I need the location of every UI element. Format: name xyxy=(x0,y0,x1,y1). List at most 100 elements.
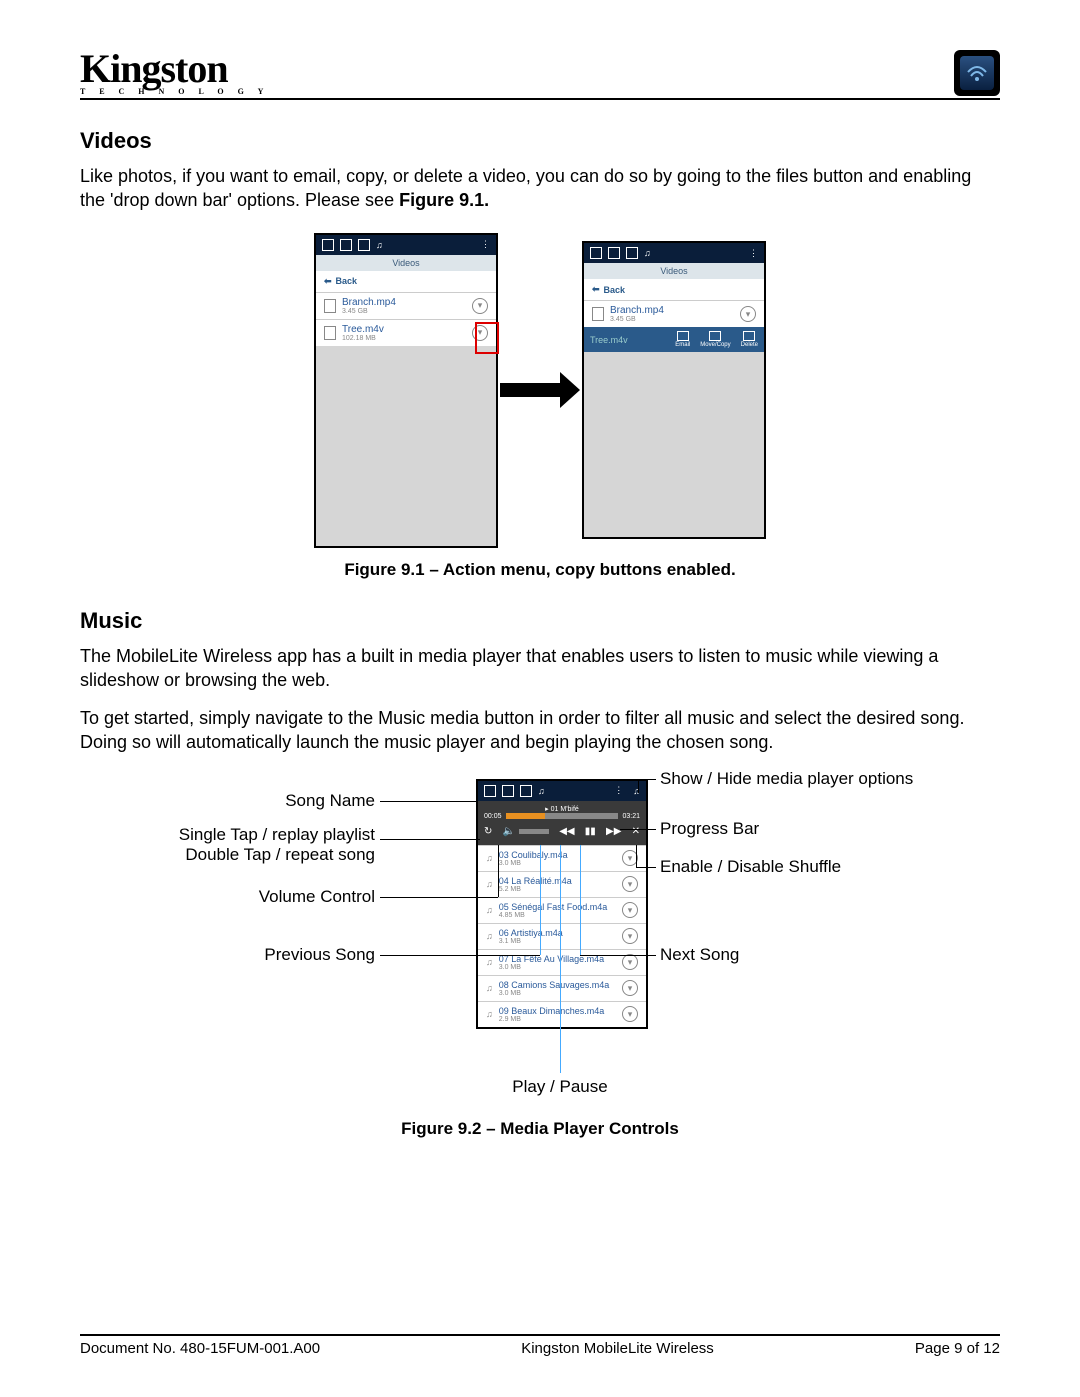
chevron-down-icon[interactable]: ▾ xyxy=(622,928,638,944)
move-copy-button[interactable]: Move/Copy xyxy=(700,331,730,348)
video-file-icon xyxy=(592,307,604,321)
action-menu-row: Tree.m4v Email Move/Copy Delete xyxy=(584,327,764,352)
label-play: Play / Pause xyxy=(476,1077,644,1097)
footer-product: Kingston MobileLite Wireless xyxy=(521,1340,714,1357)
shuffle-button[interactable]: ✕ xyxy=(632,826,640,837)
videos-heading: Videos xyxy=(80,128,1000,154)
next-song-button[interactable]: ▶▶ xyxy=(606,826,621,837)
app-toolbar: ♫ ⋮ ♫ xyxy=(478,781,646,801)
videos-icon xyxy=(520,785,532,797)
media-player: ▸ 01 M'bifé 00:05 03:21 ↻ 🔈 ◀◀ ▮▮ ▶▶ ✕ xyxy=(478,801,646,845)
track-row[interactable]: ♫07 La Fête Au Village.m4a3.0 MB▾ xyxy=(478,949,646,975)
music-note-icon: ♫ xyxy=(486,853,493,863)
videos-icon xyxy=(626,247,638,259)
music-note-icon: ♫ xyxy=(486,983,493,993)
videos-paragraph: Like photos, if you want to email, copy,… xyxy=(80,164,1000,213)
label-options: Show / Hide media player options xyxy=(660,769,913,789)
track-row[interactable]: ♫05 Sénégal Fast Food.m4a4.85 MB▾ xyxy=(478,897,646,923)
logo-sub: T E C H N O L O G Y xyxy=(80,87,269,96)
label-prev: Previous Song xyxy=(215,945,375,965)
chevron-down-icon[interactable]: ▾ xyxy=(622,1006,638,1022)
app-toolbar: ♫ ⋮ xyxy=(316,235,496,255)
label-shuffle: Enable / Disable Shuffle xyxy=(660,857,841,877)
repeat-button[interactable]: ↻ xyxy=(484,826,492,837)
music-paragraph-2: To get started, simply navigate to the M… xyxy=(80,706,1000,755)
prev-song-button[interactable]: ◀◀ xyxy=(559,826,574,837)
videos-icon xyxy=(358,239,370,251)
chevron-down-icon[interactable]: ▾ xyxy=(622,902,638,918)
kingston-logo: Kingston T E C H N O L O G Y xyxy=(80,51,269,96)
chevron-down-icon[interactable]: ▾ xyxy=(622,954,638,970)
screen-title: Videos xyxy=(584,263,764,279)
app-icon xyxy=(954,50,1000,96)
track-list: ♫03 Coulibaly.m4a3.0 MB▾♫04 La Réalité.m… xyxy=(478,845,646,1027)
photos-icon xyxy=(340,239,352,251)
volume-slider[interactable] xyxy=(519,829,549,834)
time-elapsed: 00:05 xyxy=(484,813,502,820)
trash-icon xyxy=(743,331,755,341)
delete-button[interactable]: Delete xyxy=(741,331,758,348)
email-icon xyxy=(677,331,689,341)
screenshot-music-player: ♫ ⋮ ♫ ▸ 01 M'bifé 00:05 03:21 ↻ 🔈 ◀◀ ▮▮ … xyxy=(476,779,648,1029)
label-progress: Progress Bar xyxy=(660,819,759,839)
volume-icon: 🔈 xyxy=(503,826,515,837)
music-heading: Music xyxy=(80,608,1000,634)
back-arrow-icon: ⬅ xyxy=(324,276,332,287)
track-row[interactable]: ♫03 Coulibaly.m4a3.0 MB▾ xyxy=(478,845,646,871)
music-note-icon: ♫ xyxy=(486,1009,493,1019)
files-icon xyxy=(590,247,602,259)
email-button[interactable]: Email xyxy=(675,331,690,348)
screen-title: Videos xyxy=(316,255,496,271)
music-paragraph-1: The MobileLite Wireless app has a built … xyxy=(80,644,1000,693)
time-total: 03:21 xyxy=(622,813,640,820)
page-footer: Document No. 480-15FUM-001.A00 Kingston … xyxy=(80,1334,1000,1357)
progress-bar[interactable] xyxy=(506,813,619,819)
music-icon: ♫ xyxy=(376,240,383,250)
figure-9-2-caption: Figure 9.2 – Media Player Controls xyxy=(80,1119,1000,1139)
track-row[interactable]: ♫08 Camions Sauvages.m4a3.0 MB▾ xyxy=(478,975,646,1001)
music-note-icon: ♫ xyxy=(486,957,493,967)
file-row-2[interactable]: Tree.m4v102.18 MB ▾ xyxy=(316,319,496,346)
chevron-down-icon[interactable]: ▾ xyxy=(622,876,638,892)
files-icon xyxy=(322,239,334,251)
copy-icon xyxy=(709,331,721,341)
label-next: Next Song xyxy=(660,945,739,965)
video-file-icon xyxy=(324,326,336,340)
track-row[interactable]: ♫06 Artistiya.m4a3.1 MB▾ xyxy=(478,923,646,949)
footer-docnum: Document No. 480-15FUM-001.A00 xyxy=(80,1340,320,1357)
menu-icon: ⋮ xyxy=(481,239,490,250)
file-row-1[interactable]: Branch.mp43.45 GB ▾ xyxy=(316,292,496,319)
chevron-down-icon[interactable]: ▾ xyxy=(740,306,756,322)
figure-9-2: ♫ ⋮ ♫ ▸ 01 M'bifé 00:05 03:21 ↻ 🔈 ◀◀ ▮▮ … xyxy=(80,769,1040,1099)
back-button[interactable]: ⬅Back xyxy=(584,279,764,300)
back-arrow-icon: ⬅ xyxy=(592,284,600,295)
chevron-down-icon[interactable]: ▾ xyxy=(622,980,638,996)
music-note-icon: ♫ xyxy=(486,905,493,915)
label-repeat-1: Single Tap / replay playlist xyxy=(150,825,375,845)
label-volume: Volume Control xyxy=(215,887,375,907)
arrow-icon xyxy=(500,375,580,405)
figure-9-1-caption: Figure 9.1 – Action menu, copy buttons e… xyxy=(80,560,1000,580)
back-button[interactable]: ⬅Back xyxy=(316,271,496,292)
app-toolbar: ♫ ⋮ xyxy=(584,243,764,263)
music-note-icon: ♫ xyxy=(486,931,493,941)
file-row-1[interactable]: Branch.mp43.45 GB ▾ xyxy=(584,300,764,327)
wifi-icon xyxy=(960,56,994,90)
label-repeat-2: Double Tap / repeat song xyxy=(150,845,375,865)
menu-icon: ⋮ xyxy=(614,785,623,796)
tap-highlight xyxy=(475,322,499,354)
track-row[interactable]: ♫09 Beaux Dimanches.m4a2.9 MB▾ xyxy=(478,1001,646,1027)
logo-main: Kingston xyxy=(80,51,269,87)
video-file-icon xyxy=(324,299,336,313)
chevron-down-icon[interactable]: ▾ xyxy=(472,298,488,314)
selected-file: Tree.m4v xyxy=(590,335,665,345)
label-song-name: Song Name xyxy=(215,791,375,811)
music-note-icon: ♫ xyxy=(486,879,493,889)
screenshot-right: ♫ ⋮ Videos ⬅Back Branch.mp43.45 GB ▾ Tre… xyxy=(582,241,766,539)
photos-icon xyxy=(502,785,514,797)
track-row[interactable]: ♫04 La Réalité.m4a5.2 MB▾ xyxy=(478,871,646,897)
screenshot-left: ♫ ⋮ Videos ⬅Back Branch.mp43.45 GB ▾ Tre… xyxy=(314,233,498,548)
figure-9-1: ♫ ⋮ Videos ⬅Back Branch.mp43.45 GB ▾ Tre… xyxy=(80,233,1000,548)
play-pause-button[interactable]: ▮▮ xyxy=(585,826,596,837)
photos-icon xyxy=(608,247,620,259)
